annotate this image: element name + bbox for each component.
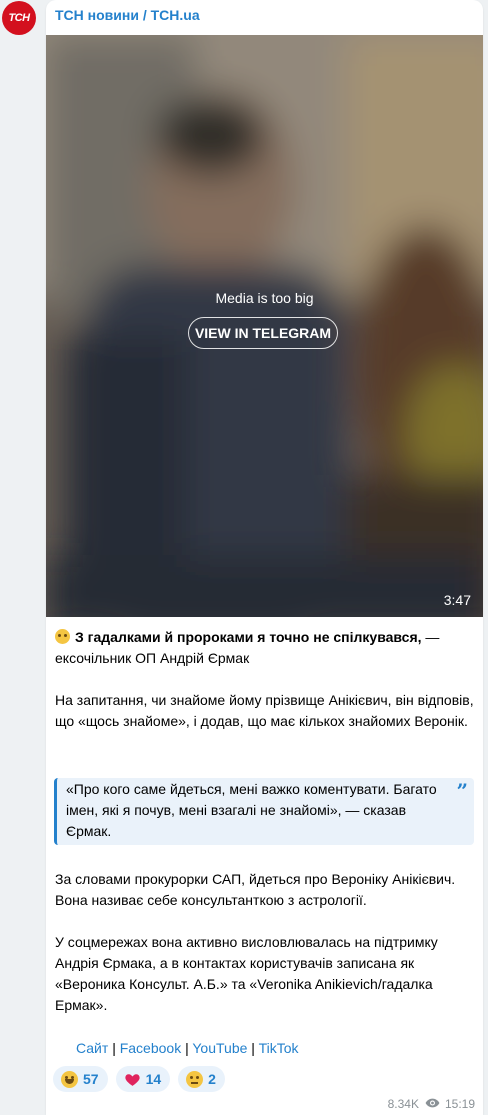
video-duration: 3:47 (443, 592, 471, 608)
eye-icon (425, 1097, 440, 1111)
smiling-face-icon (61, 1070, 78, 1088)
paragraph-3: У соцмережах вона активно висловлювалась… (55, 934, 438, 1013)
lead-bold: З гадалками й пророками я точно не спілк… (75, 629, 422, 645)
blockquote: «Про кого саме йдеться, мені важко комен… (54, 778, 474, 845)
paragraph-2: За словами прокурорки САП, йдеться про В… (55, 871, 456, 908)
reaction-neutral[interactable]: 2 (178, 1066, 225, 1092)
reaction-count: 2 (208, 1071, 216, 1087)
link-tiktok[interactable]: TikTok (259, 1040, 299, 1056)
media-too-big-message: Media is too big (215, 290, 314, 306)
link-youtube[interactable]: YouTube (192, 1040, 247, 1056)
quote-text: «Про кого саме йдеться, мені важко комен… (66, 781, 437, 839)
post-time: 15:19 (444, 1097, 475, 1111)
link-separator: | (185, 1040, 189, 1056)
video-preview[interactable]: Media is too big VIEW IN TELEGRAM 3:47 (46, 35, 483, 617)
channel-avatar[interactable]: TCH (2, 1, 36, 35)
quote-icon: ” (456, 779, 468, 803)
avatar-text: TCH (8, 12, 30, 24)
post-text-continued: За словами прокурорки САП, йдеться про В… (55, 869, 475, 1016)
post-meta: 8.34K 15:19 (388, 1097, 475, 1111)
link-separator: | (112, 1040, 116, 1056)
link-site[interactable]: Сайт (76, 1040, 108, 1056)
thinking-face-icon (55, 629, 70, 644)
neutral-face-icon (186, 1070, 204, 1088)
link-separator: | (251, 1040, 255, 1056)
reaction-smile[interactable]: 57 (53, 1066, 108, 1092)
view-count: 8.34K (387, 1097, 419, 1111)
reaction-count: 14 (145, 1071, 162, 1087)
post-text: З гадалками й пророками я точно не спілк… (55, 627, 475, 732)
message-bubble: ТСН новини / TCH.ua Media is too big VIE… (46, 0, 483, 1115)
channel-name[interactable]: ТСН новини / TCH.ua (55, 7, 200, 23)
reaction-count: 57 (83, 1071, 99, 1087)
link-facebook[interactable]: Facebook (120, 1040, 181, 1056)
links-row: Сайт | Facebook | YouTube | TikTok (76, 1038, 299, 1059)
lead-paragraph: З гадалками й пророками я точно не спілк… (55, 627, 475, 669)
reaction-heart[interactable]: 14 (115, 1066, 171, 1092)
paragraph-1: На запитання, чи знайоме йому прізвище А… (55, 692, 474, 729)
reactions-bar: 57 14 2 (53, 1066, 225, 1092)
view-in-telegram-button[interactable]: VIEW IN TELEGRAM (188, 317, 338, 349)
red-heart-icon (124, 1071, 141, 1088)
